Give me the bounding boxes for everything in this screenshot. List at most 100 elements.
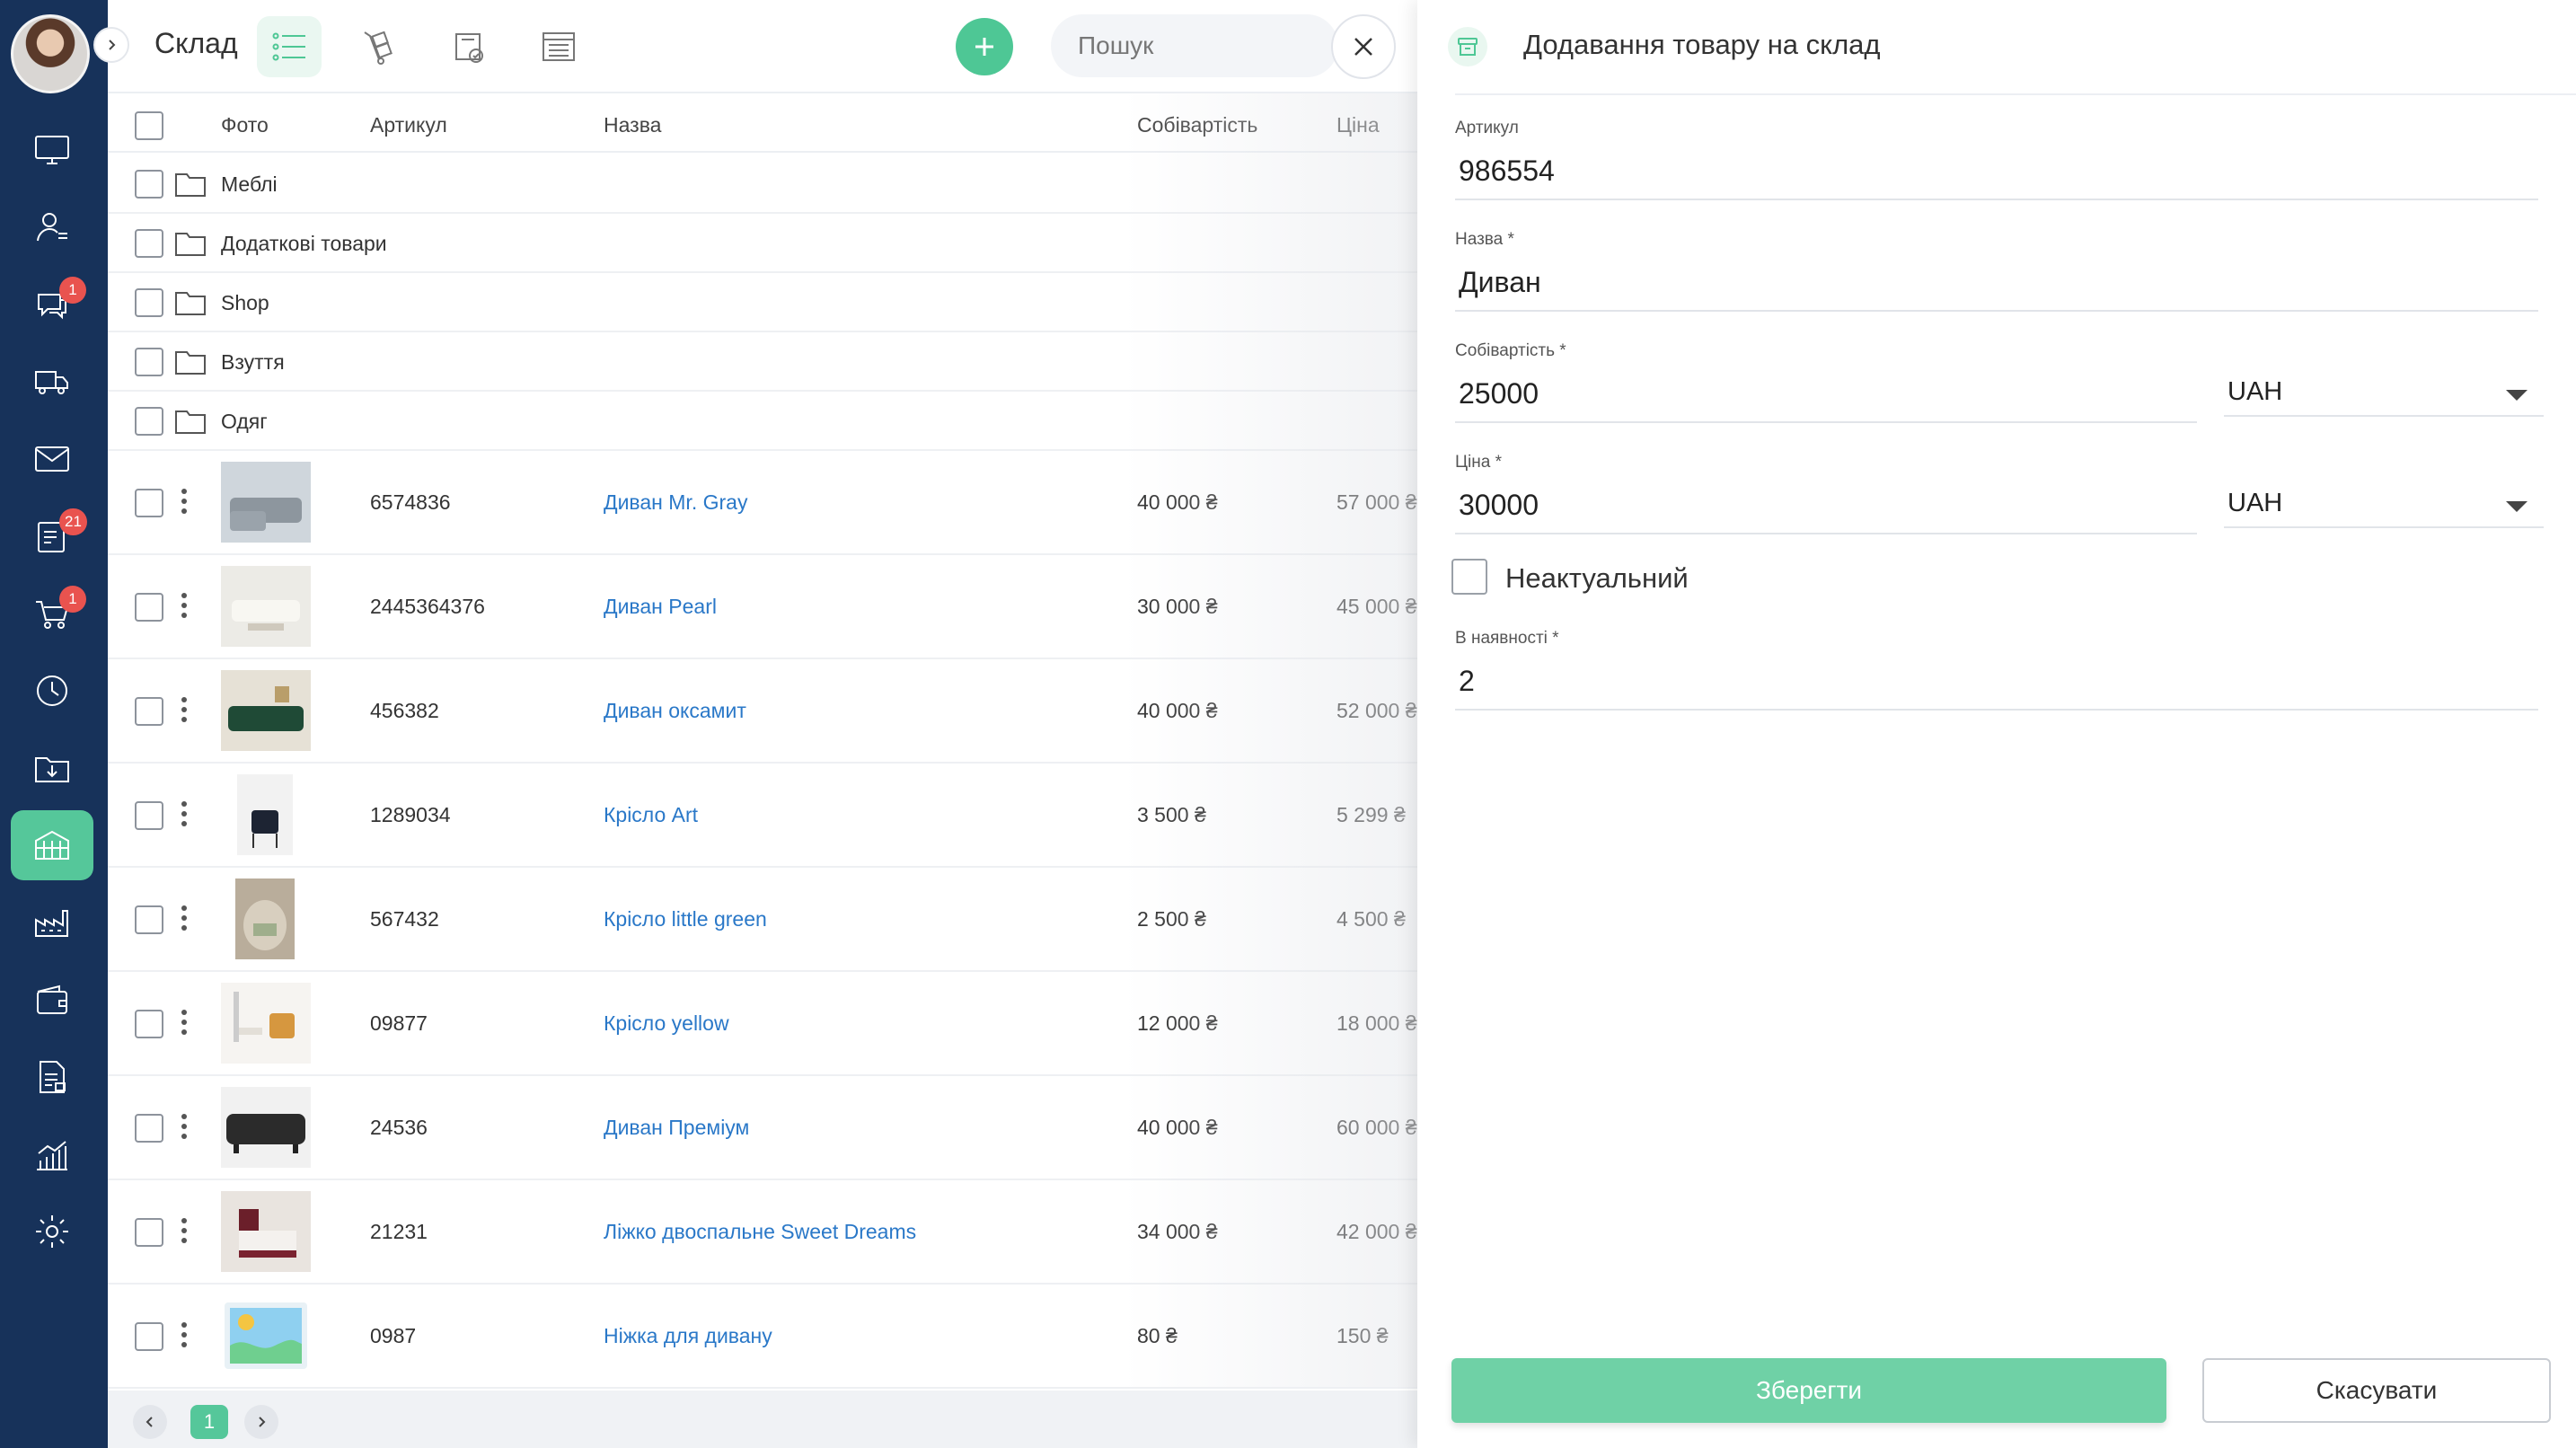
table-row[interactable]: 09877 Крісло yellow 12 000 ₴ 18 000 ₴: [108, 972, 1417, 1076]
column-sku[interactable]: Артикул: [370, 113, 447, 137]
sidebar-item-cart[interactable]: 1: [11, 578, 93, 649]
cost-input[interactable]: [1455, 372, 2197, 423]
row-checkbox[interactable]: [135, 1218, 163, 1247]
column-price[interactable]: Ціна: [1337, 113, 1380, 137]
sidebar-item-analytics[interactable]: [11, 1119, 93, 1189]
sidebar-expand-button[interactable]: [93, 27, 129, 63]
price-input[interactable]: [1455, 483, 2197, 534]
item-name-link[interactable]: Крісло little green: [604, 907, 767, 931]
save-button[interactable]: Зберегти: [1451, 1358, 2166, 1423]
row-menu-icon[interactable]: [181, 697, 189, 727]
plus-icon: [975, 38, 993, 56]
user-avatar[interactable]: [11, 14, 90, 93]
row-menu-icon[interactable]: [181, 801, 189, 831]
stock-input[interactable]: [1455, 659, 2538, 711]
table-row[interactable]: 567432 Крісло little green 2 500 ₴ 4 500…: [108, 868, 1417, 972]
sidebar-item-warehouse[interactable]: [11, 810, 93, 880]
analytics-icon: [37, 1141, 67, 1170]
sidebar-item-settings[interactable]: [11, 1196, 93, 1267]
column-cost[interactable]: Собівартість: [1137, 113, 1257, 137]
sidebar-item-production[interactable]: [11, 887, 93, 958]
folder-row[interactable]: Додаткові товари: [108, 214, 1417, 273]
item-name-link[interactable]: Диван Преміум: [604, 1116, 749, 1140]
inventory-check-button[interactable]: [437, 16, 501, 77]
row-menu-icon[interactable]: [181, 489, 189, 518]
sidebar-item-dashboard[interactable]: [11, 115, 93, 185]
search-input[interactable]: [1051, 14, 1338, 77]
sidebar-item-chat[interactable]: 1: [11, 269, 93, 340]
sidebar-item-notes[interactable]: 21: [11, 501, 93, 571]
select-all-checkbox[interactable]: [135, 111, 163, 140]
row-checkbox[interactable]: [135, 593, 163, 622]
table-row[interactable]: 1289034 Крісло Art 3 500 ₴ 5 299 ₴: [108, 764, 1417, 868]
folder-row[interactable]: Одяг: [108, 392, 1417, 451]
row-menu-icon[interactable]: [181, 593, 189, 622]
settings-icon: [36, 1215, 68, 1248]
notes-badge: 21: [59, 508, 87, 535]
folder-row[interactable]: Shop: [108, 273, 1417, 332]
column-photo[interactable]: Фото: [221, 113, 269, 137]
row-checkbox[interactable]: [135, 801, 163, 830]
add-item-button[interactable]: [956, 18, 1013, 75]
name-input[interactable]: [1455, 260, 2538, 312]
list-view-button[interactable]: [257, 16, 322, 77]
item-price: 4 500 ₴: [1337, 907, 1406, 931]
item-name-link[interactable]: Диван Pearl: [604, 595, 717, 619]
sidebar-item-documents[interactable]: [11, 1042, 93, 1112]
price-currency-select[interactable]: UAH: [2224, 474, 2544, 528]
row-menu-icon[interactable]: [181, 905, 189, 935]
folder-row[interactable]: Взуття: [108, 332, 1417, 392]
table-row[interactable]: 2445364376 Диван Pearl 30 000 ₴ 45 000 ₴: [108, 555, 1417, 659]
sidebar-item-import[interactable]: [11, 733, 93, 803]
table-row[interactable]: 21231 Ліжко двоспальне Sweet Dreams 34 0…: [108, 1180, 1417, 1285]
row-checkbox[interactable]: [135, 229, 163, 258]
page-number-current[interactable]: 1: [190, 1405, 228, 1439]
shipment-view-button[interactable]: [347, 16, 411, 77]
item-name-link[interactable]: Крісло yellow: [604, 1011, 729, 1036]
item-price: 18 000 ₴: [1337, 1011, 1417, 1035]
sidebar-item-delivery[interactable]: [11, 347, 93, 417]
table-row[interactable]: 24536 Диван Преміум 40 000 ₴ 60 000 ₴: [108, 1076, 1417, 1180]
item-name-link[interactable]: Ліжко двоспальне Sweet Dreams: [604, 1220, 916, 1244]
inactive-checkbox[interactable]: [1451, 559, 1487, 595]
cancel-button[interactable]: Скасувати: [2202, 1358, 2551, 1423]
cost-currency-select[interactable]: UAH: [2224, 363, 2544, 417]
report-view-button[interactable]: [526, 16, 591, 77]
row-checkbox[interactable]: [135, 1322, 163, 1351]
item-name-link[interactable]: Диван Mr. Gray: [604, 490, 747, 515]
row-checkbox[interactable]: [135, 905, 163, 934]
row-menu-icon[interactable]: [181, 1114, 189, 1143]
next-page-button[interactable]: [244, 1405, 278, 1439]
page-title: Склад: [154, 27, 238, 59]
row-checkbox[interactable]: [135, 407, 163, 436]
column-name[interactable]: Назва: [604, 113, 661, 137]
item-name-link[interactable]: Крісло Art: [604, 803, 698, 827]
row-checkbox[interactable]: [135, 1114, 163, 1143]
table-row[interactable]: 6574836 Диван Mr. Gray 40 000 ₴ 57 000 ₴: [108, 451, 1417, 555]
sidebar-item-contacts[interactable]: [11, 192, 93, 262]
sku-input[interactable]: [1455, 149, 2538, 200]
row-checkbox[interactable]: [135, 1010, 163, 1038]
hand-truck-icon: [364, 31, 393, 65]
table-row[interactable]: 456382 Диван оксамит 40 000 ₴ 52 000 ₴: [108, 659, 1417, 764]
caret-down-icon: [2506, 390, 2527, 401]
item-name-link[interactable]: Ніжка для дивану: [604, 1324, 772, 1348]
sidebar-item-mail[interactable]: [11, 424, 93, 494]
close-panel-button[interactable]: [1331, 14, 1396, 79]
sidebar-item-history[interactable]: [11, 656, 93, 726]
row-menu-icon[interactable]: [181, 1322, 189, 1352]
folder-row[interactable]: Меблі: [108, 155, 1417, 214]
row-checkbox[interactable]: [135, 489, 163, 517]
row-checkbox[interactable]: [135, 348, 163, 376]
row-checkbox[interactable]: [135, 697, 163, 726]
row-checkbox[interactable]: [135, 288, 163, 317]
table-row[interactable]: 0987 Ніжка для дивану 80 ₴ 150 ₴: [108, 1285, 1417, 1389]
item-sku: 6574836: [370, 490, 451, 514]
item-name-link[interactable]: Диван оксамит: [604, 699, 746, 723]
row-checkbox[interactable]: [135, 170, 163, 199]
row-menu-icon[interactable]: [181, 1218, 189, 1248]
item-price: 45 000 ₴: [1337, 595, 1417, 618]
sidebar-item-finance[interactable]: [11, 965, 93, 1035]
prev-page-button[interactable]: [133, 1405, 167, 1439]
row-menu-icon[interactable]: [181, 1010, 189, 1039]
